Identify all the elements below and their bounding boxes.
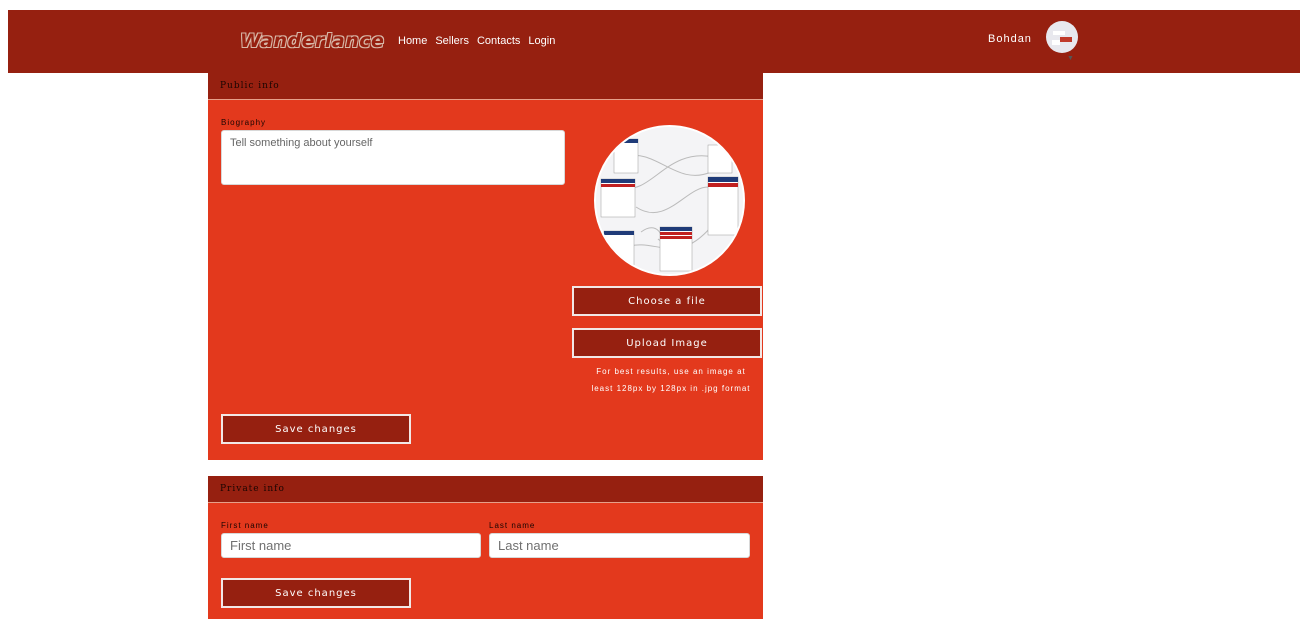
upload-image-button[interactable]: Upload Image xyxy=(572,328,762,358)
choose-file-button[interactable]: Choose a file xyxy=(572,286,762,316)
biography-label: Biography xyxy=(221,118,267,127)
nav-link-contacts[interactable]: Contacts xyxy=(477,35,520,47)
brand-logo[interactable]: Wanderlance xyxy=(240,30,384,52)
private-info-header: Private info xyxy=(208,476,763,503)
avatar-shape xyxy=(1060,37,1072,42)
nav-links: Home Sellers Contacts Login xyxy=(398,35,555,47)
avatar-shape xyxy=(1052,40,1060,45)
profile-image-preview xyxy=(594,125,745,276)
schema-diagram-image xyxy=(596,127,743,274)
first-name-field[interactable] xyxy=(221,533,481,558)
private-info-card: Private info First name Last name Save c… xyxy=(208,476,763,619)
nav-link-home[interactable]: Home xyxy=(398,35,427,47)
last-name-label: Last name xyxy=(489,521,536,530)
private-info-title: Private info xyxy=(220,484,285,494)
chevron-down-icon[interactable]: ▼ xyxy=(1067,55,1074,62)
last-name-field[interactable] xyxy=(489,533,750,558)
public-info-card: Public info Biography Cho xyxy=(208,73,763,460)
public-info-header: Public info xyxy=(208,73,763,100)
save-public-info-button[interactable]: Save changes xyxy=(221,414,411,444)
first-name-label: First name xyxy=(221,521,269,530)
avatar-shape xyxy=(1053,31,1065,35)
user-avatar[interactable] xyxy=(1046,21,1078,53)
nav-link-sellers[interactable]: Sellers xyxy=(435,35,469,47)
user-name[interactable]: Bohdan xyxy=(988,33,1032,45)
save-private-info-button[interactable]: Save changes xyxy=(221,578,411,608)
nav-link-login[interactable]: Login xyxy=(528,35,555,47)
public-info-title: Public info xyxy=(220,81,280,91)
biography-input[interactable] xyxy=(221,130,565,185)
top-navbar: Wanderlance Home Sellers Contacts Login … xyxy=(8,10,1300,73)
image-hint-text: For best results, use an image at least … xyxy=(591,367,751,393)
